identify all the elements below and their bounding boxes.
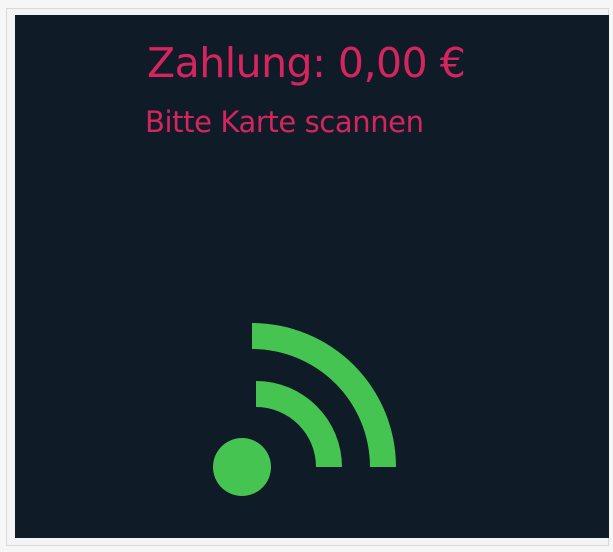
signal-dot	[213, 438, 271, 496]
contactless-scan-icon	[213, 323, 396, 496]
signal-inner-arc	[256, 381, 342, 467]
payment-terminal-screen: Zahlung: 0,00 € Bitte Karte scannen	[15, 15, 609, 538]
scan-card-prompt: Bitte Karte scannen	[145, 105, 424, 139]
payment-amount-title: Zahlung: 0,00 €	[147, 39, 466, 87]
